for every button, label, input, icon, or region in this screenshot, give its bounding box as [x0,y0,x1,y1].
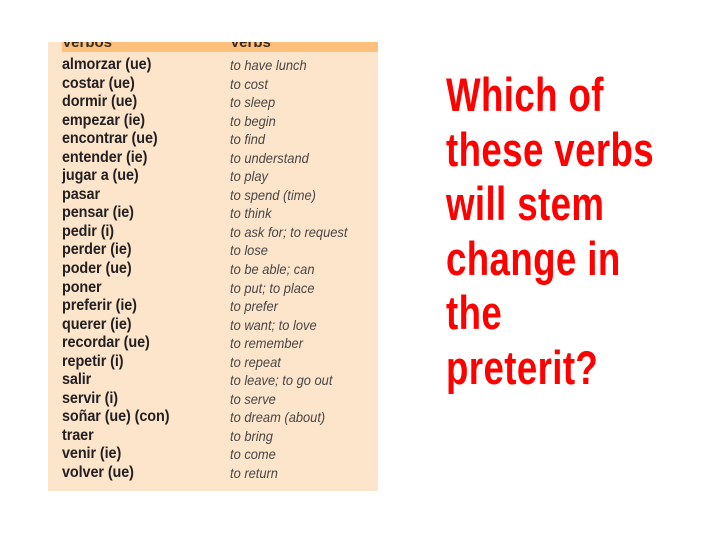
verb-meaning: to bring [230,427,273,444]
question-line: preterit? [446,340,599,394]
verb-spanish: almorzar (ue) [62,56,152,73]
verb-meaning: to spend (time) [230,186,316,203]
verb-spanish: volver (ue) [62,464,134,482]
table-row: servir (i) to serve [62,390,378,409]
question-text: Which of these verbs will stem change in the… [446,68,657,395]
question-line: these verbs [446,122,655,176]
verb-meaning: to be able; can [230,261,315,278]
verb-meaning: to leave; to go out [230,372,333,389]
table-body: almorzar (ue) to have lunch costar (ue) to … [62,56,378,483]
verb-spanish: pasar [62,185,101,203]
verb-meaning: to serve [230,390,276,407]
table-row: costar (ue) to cost [62,75,378,94]
verb-spanish: querer (ie) [62,315,132,333]
verb-spanish: pedir (i) [62,222,115,240]
verb-meaning: to return [230,465,278,482]
table-row: soñar (ue) (con) to dream (about) [62,408,378,427]
table-row: entender (ie) to understand [62,149,378,168]
verb-meaning: to ask for; to request [230,223,348,240]
verb-spanish: pensar (ie) [62,204,134,222]
header-english-column: Verbs [230,42,271,51]
verb-meaning: to have lunch [230,57,307,73]
verb-spanish: repetir (i) [62,352,124,370]
verb-spanish: poner [62,278,102,296]
table-row: recordar (ue) to remember [62,334,378,353]
table-row: empezar (ie) to begin [62,112,378,131]
verb-spanish: encontrar (ue) [62,130,158,148]
verb-meaning: to sleep [230,94,276,111]
question-line: will stem [446,177,605,230]
question-line: Which of [446,68,604,121]
table-row: encontrar (ue) to find [62,130,378,149]
verb-meaning: to understand [230,149,309,166]
table-row: traer to bring [62,427,378,446]
verb-meaning: to cost [230,75,268,92]
verb-meaning: to begin [230,112,276,129]
verb-meaning: to play [230,168,268,185]
verb-spanish: traer [62,426,94,444]
question-line: change in [446,231,621,285]
verb-spanish: recordar (ue) [62,334,150,352]
verb-meaning: to lose [230,242,268,259]
verb-spanish: costar (ue) [62,74,135,92]
question-line: the [446,286,503,339]
verb-vocabulary-table: Verbos Verbs almorzar (ue) to have lunch c… [48,42,378,491]
verb-meaning: to find [230,131,266,148]
verb-spanish: soñar (ue) (con) [62,408,170,426]
table-header: Verbos Verbs [62,42,378,52]
verb-meaning: to dream (about) [230,409,326,426]
header-spanish-column: Verbos [62,42,113,51]
verb-spanish: dormir (ue) [62,93,138,111]
verb-meaning: to think [230,205,272,222]
verb-meaning: to put; to place [230,279,315,296]
table-row: pasar to spend (time) [62,186,378,205]
table-row: jugar a (ue) to play [62,167,378,186]
verb-spanish: perder (ie) [62,241,132,259]
verb-spanish: poder (ue) [62,260,132,278]
table-row: pedir (i) to ask for; to request [62,223,378,242]
table-row: perder (ie) to lose [62,241,378,260]
verb-spanish: empezar (ie) [62,111,146,129]
verb-spanish: venir (ie) [62,445,122,463]
table-row: salir to leave; to go out [62,371,378,390]
table-row: almorzar (ue) to have lunch [62,56,378,75]
table-row: pensar (ie) to think [62,204,378,223]
verb-meaning: to come [230,446,276,463]
verb-meaning: to prefer [230,298,278,315]
verb-meaning: to repeat [230,353,281,370]
table-row: dormir (ue) to sleep [62,93,378,112]
table-row: repetir (i) to repeat [62,353,378,372]
table-row: preferir (ie) to prefer [62,297,378,316]
verb-spanish: servir (i) [62,389,118,407]
verb-spanish: preferir (ie) [62,297,137,315]
verb-spanish: entender (ie) [62,148,148,166]
verb-meaning: to remember [230,335,304,352]
verb-spanish: jugar a (ue) [62,167,139,185]
table-row: querer (ie) to want; to love [62,316,378,335]
table-row: venir (ie) to come [62,445,378,464]
table-row: volver (ue) to return [62,464,378,483]
table-row: poder (ue) to be able; can [62,260,378,279]
verb-meaning: to want; to love [230,316,317,333]
verb-spanish: salir [62,371,92,389]
table-row: poner to put; to place [62,279,378,298]
